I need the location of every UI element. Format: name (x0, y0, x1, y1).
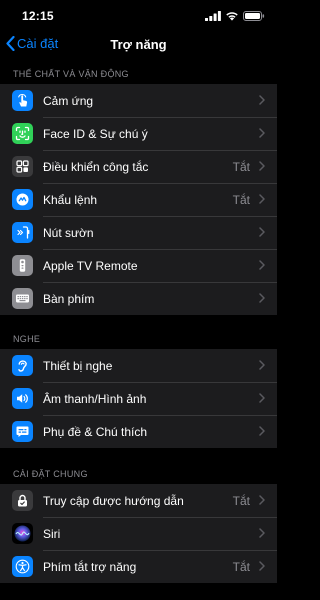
status-icons (205, 10, 265, 21)
accessibility-icon (12, 556, 33, 577)
chevron-right-icon (259, 393, 265, 403)
chevron-right-icon (259, 95, 265, 105)
section-header-physical: THỂ CHẤT VÀ VẬN ĐỘNG (13, 69, 129, 79)
row-guided-access-value: Tắt (232, 493, 250, 508)
row-subtitles[interactable]: Phụ đề & Chú thích (0, 415, 277, 448)
keyboard-icon (12, 288, 33, 309)
chevron-right-icon (259, 528, 265, 538)
subtitles-icon (12, 421, 33, 442)
row-face-id-label: Face ID & Sự chú ý (43, 126, 148, 141)
row-keyboard-label: Bàn phím (43, 291, 95, 306)
row-tv-remote-label: Apple TV Remote (43, 258, 138, 273)
row-voice-control-label: Khẩu lệnh (43, 192, 98, 207)
row-side-button[interactable]: Nút sườn (0, 216, 277, 249)
row-audio-visual-label: Âm thanh/Hình ảnh (43, 391, 147, 406)
page-title: Trợ năng (110, 37, 167, 52)
chevron-right-icon (259, 495, 265, 505)
row-touch-label: Cảm ứng (43, 93, 94, 108)
status-bar: 12:15 (0, 0, 277, 30)
row-hearing-devices[interactable]: Thiết bị nghe (0, 349, 277, 382)
row-guided-access[interactable]: Truy cập được hướng dẫn Tắt (0, 484, 277, 517)
row-siri[interactable]: Siri (0, 517, 277, 550)
row-voice-control[interactable]: Khẩu lệnh Tắt (0, 183, 277, 216)
group-hearing: Thiết bị nghe Âm thanh/Hình ảnh Phụ đề & (0, 349, 277, 448)
row-accessibility-shortcut[interactable]: Phím tắt trợ năng Tắt (0, 550, 277, 583)
touch-icon (12, 90, 33, 111)
ear-icon (12, 355, 33, 376)
status-time: 12:15 (22, 9, 54, 23)
chevron-right-icon (259, 260, 265, 270)
chevron-right-icon (259, 194, 265, 204)
row-hearing-devices-label: Thiết bị nghe (43, 358, 113, 373)
switch-control-icon (12, 156, 33, 177)
battery-icon (243, 10, 265, 21)
row-audio-visual[interactable]: Âm thanh/Hình ảnh (0, 382, 277, 415)
chevron-right-icon (259, 293, 265, 303)
voice-control-icon (12, 189, 33, 210)
chevron-right-icon (259, 128, 265, 138)
row-accessibility-shortcut-label: Phím tắt trợ năng (43, 559, 137, 574)
section-header-hearing: NGHE (13, 334, 41, 344)
chevron-right-icon (259, 227, 265, 237)
row-tv-remote[interactable]: Apple TV Remote (0, 249, 277, 282)
side-button-icon (12, 222, 33, 243)
row-voice-control-value: Tắt (232, 192, 250, 207)
row-face-id[interactable]: Face ID & Sự chú ý (0, 117, 277, 150)
group-general: Truy cập được hướng dẫn Tắt Siri Phím tắ… (0, 484, 277, 583)
row-touch[interactable]: Cảm ứng (0, 84, 277, 117)
row-keyboard[interactable]: Bàn phím (0, 282, 277, 315)
row-side-button-label: Nút sườn (43, 225, 94, 240)
chevron-right-icon (259, 360, 265, 370)
siri-icon (12, 523, 33, 544)
cellular-signal-icon (205, 10, 221, 21)
row-switch-control-value: Tắt (232, 159, 250, 174)
chevron-right-icon (259, 561, 265, 571)
row-guided-access-label: Truy cập được hướng dẫn (43, 493, 184, 508)
chevron-right-icon (259, 426, 265, 436)
group-physical: Cảm ứng Face ID & Sự chú ý Điều khiển cô… (0, 84, 277, 315)
audio-visual-icon (12, 388, 33, 409)
tv-remote-icon (12, 255, 33, 276)
row-subtitles-label: Phụ đề & Chú thích (43, 424, 148, 439)
chevron-right-icon (259, 161, 265, 171)
row-switch-control[interactable]: Điều khiển công tắc Tắt (0, 150, 277, 183)
nav-bar: Cài đặt Trợ năng (0, 30, 277, 60)
row-switch-control-label: Điều khiển công tắc (43, 159, 149, 174)
face-id-icon (12, 123, 33, 144)
section-header-general: CÀI ĐẶT CHUNG (13, 469, 88, 479)
row-accessibility-shortcut-value: Tắt (232, 559, 250, 574)
wifi-icon (226, 11, 238, 21)
guided-access-icon (12, 490, 33, 511)
row-siri-label: Siri (43, 526, 61, 541)
